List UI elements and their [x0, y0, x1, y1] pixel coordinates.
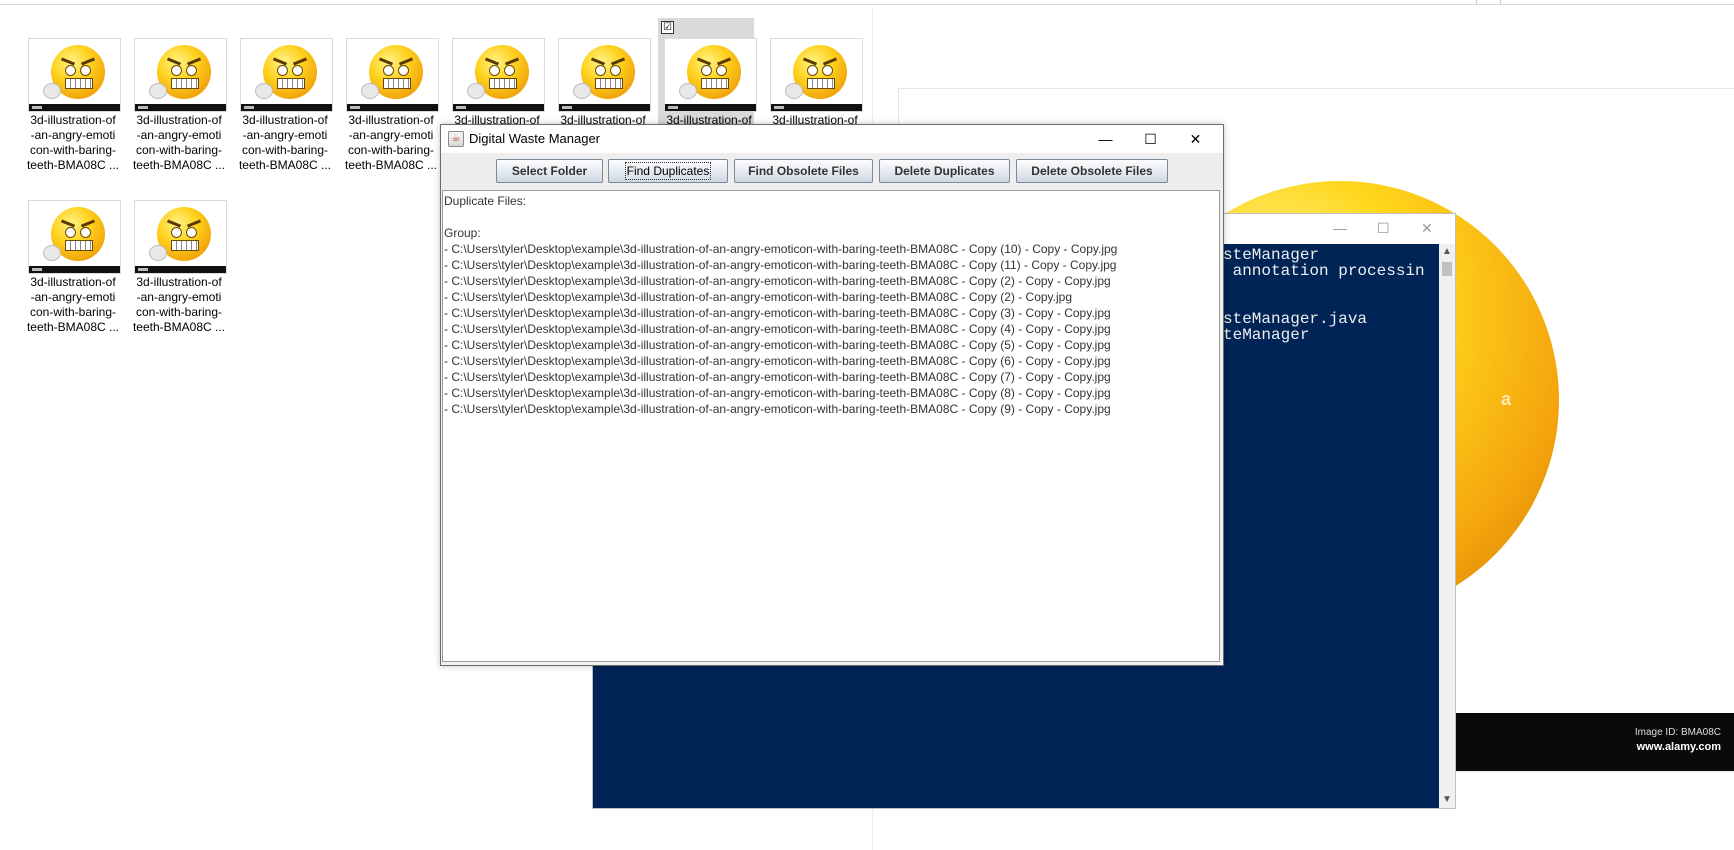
duplicate-entry: - C:\Users\tyler\Desktop\example\3d-illu…	[444, 258, 1117, 272]
app-toolbar: Select Folder Find Duplicates Find Obsol…	[441, 153, 1223, 189]
find-obsolete-files-button[interactable]: Find Obsolete Files	[734, 159, 873, 183]
duplicate-entry: - C:\Users\tyler\Desktop\example\3d-illu…	[444, 274, 1111, 288]
app-titlebar[interactable]: ☕ Digital Waste Manager — ☐ ✕	[441, 125, 1223, 153]
selection-checkbox[interactable]: ☑	[661, 21, 674, 34]
scroll-up-icon[interactable]: ▲	[1439, 244, 1455, 260]
duplicate-entry: - C:\Users\tyler\Desktop\example\3d-illu…	[444, 322, 1111, 336]
explorer-top-divider	[1476, 0, 1477, 4]
file-thumbnail	[664, 38, 757, 112]
group-label: Group:	[444, 226, 481, 240]
file-thumbnail	[240, 38, 333, 112]
duplicate-entry: - C:\Users\tyler\Desktop\example\3d-illu…	[444, 386, 1111, 400]
digital-waste-manager-window[interactable]: ☕ Digital Waste Manager — ☐ ✕ Select Fol…	[440, 124, 1224, 666]
watermark-text: a	[1501, 389, 1512, 409]
minimize-button[interactable]: —	[1083, 125, 1128, 153]
file-thumbnail	[346, 38, 439, 112]
file-name: 3d-illustration-of -an-angry-emoti con-wit…	[132, 275, 226, 334]
duplicate-entry: - C:\Users\tyler\Desktop\example\3d-illu…	[444, 338, 1111, 352]
terminal-line: annotation processin	[1223, 262, 1425, 280]
file-item[interactable]: 3d-illustration-of -an-angry-emoti con-wit…	[128, 18, 227, 172]
java-icon: ☕	[448, 131, 464, 147]
file-thumbnail	[134, 200, 227, 274]
duplicate-entry: - C:\Users\tyler\Desktop\example\3d-illu…	[444, 242, 1118, 256]
results-text-area[interactable]: Duplicate Files: Group: - C:\Users\tyler…	[442, 190, 1220, 662]
file-name: 3d-illustration-of -an-angry-emoti con-wit…	[26, 275, 120, 334]
duplicate-entry: - C:\Users\tyler\Desktop\example\3d-illu…	[444, 370, 1111, 384]
file-item[interactable]: 3d-illustration-of -an-angry-emoti con-wit…	[22, 18, 121, 172]
file-thumbnail	[28, 38, 121, 112]
duplicate-entry: - C:\Users\tyler\Desktop\example\3d-illu…	[444, 290, 1073, 304]
file-thumbnail	[770, 38, 863, 112]
file-thumbnail	[558, 38, 651, 112]
file-item[interactable]: 3d-illustration-of -an-angry-emoti con-wit…	[234, 18, 333, 172]
scrollbar-thumb[interactable]	[1442, 262, 1452, 276]
image-id-label: Image ID: BMA08C	[1634, 727, 1721, 738]
file-thumbnail	[452, 38, 545, 112]
maximize-button[interactable]: ☐	[1128, 125, 1173, 153]
file-thumbnail	[28, 200, 121, 274]
delete-obsolete-files-button[interactable]: Delete Obsolete Files	[1016, 159, 1168, 183]
terminal-scrollbar[interactable]: ▲ ▼	[1439, 244, 1455, 808]
duplicate-entry: - C:\Users\tyler\Desktop\example\3d-illu…	[444, 402, 1111, 416]
results-heading: Duplicate Files:	[444, 194, 527, 208]
delete-duplicates-button[interactable]: Delete Duplicates	[879, 159, 1010, 183]
file-name: 3d-illustration-of -an-angry-emoti con-wit…	[344, 113, 438, 172]
site-label: www.alamy.com	[1636, 741, 1721, 753]
file-name: 3d-illustration-of -an-angry-emoti con-wit…	[238, 113, 332, 172]
minimize-icon[interactable]: —	[1333, 220, 1347, 236]
close-icon[interactable]: ✕	[1421, 220, 1433, 237]
file-name: 3d-illustration-of -an-angry-emoti con-wit…	[132, 113, 226, 172]
select-folder-button[interactable]: Select Folder	[496, 159, 603, 183]
scroll-down-icon[interactable]: ▼	[1439, 792, 1455, 808]
window-title: Digital Waste Manager	[469, 131, 601, 146]
find-duplicates-button[interactable]: Find Duplicates	[608, 159, 728, 183]
file-item[interactable]: 3d-illustration-of -an-angry-emoti con-wit…	[340, 18, 439, 172]
explorer-top-strip	[0, 0, 1734, 5]
file-item[interactable]: 3d-illustration-of -an-angry-emoti con-wit…	[22, 180, 121, 334]
terminal-line: teManager	[1223, 326, 1310, 344]
explorer-top-divider	[1500, 0, 1501, 4]
duplicate-entry: - C:\Users\tyler\Desktop\example\3d-illu…	[444, 306, 1111, 320]
maximize-icon[interactable]: ☐	[1377, 220, 1390, 237]
close-button[interactable]: ✕	[1173, 125, 1218, 153]
file-thumbnail	[134, 38, 227, 112]
file-name: 3d-illustration-of -an-angry-emoti con-wit…	[26, 113, 120, 172]
file-item[interactable]: 3d-illustration-of -an-angry-emoti con-wit…	[128, 180, 227, 334]
duplicate-entry: - C:\Users\tyler\Desktop\example\3d-illu…	[444, 354, 1111, 368]
